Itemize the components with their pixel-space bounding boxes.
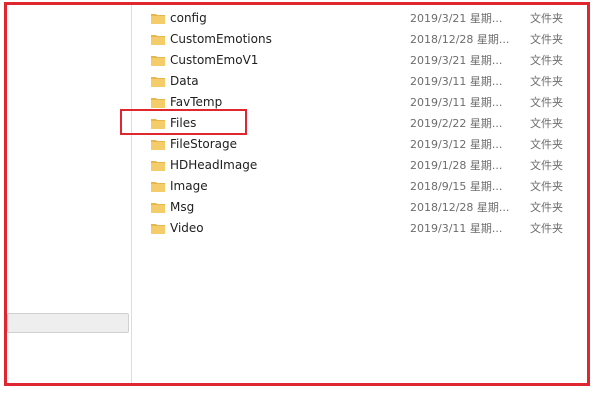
file-row[interactable]: CustomEmoV1 2019/3/21 星期... 文件夹 [146,50,586,71]
folder-icon [151,182,165,192]
file-name: Image [170,179,208,193]
file-date: 2018/12/28 星期... [410,33,510,46]
file-date: 2018/12/28 星期... [410,201,510,214]
file-type: 文件夹 [530,159,563,172]
folder-icon [151,119,165,129]
file-row[interactable]: Image 2018/9/15 星期... 文件夹 [146,176,586,197]
file-type: 文件夹 [530,180,563,193]
file-date: 2019/1/28 星期... [410,159,503,172]
file-name: Data [170,74,199,88]
file-list: config 2019/3/21 星期... 文件夹 CustomEmotion… [146,8,586,239]
file-row[interactable]: HDHeadImage 2019/1/28 星期... 文件夹 [146,155,586,176]
navigation-scrollbar[interactable] [7,313,129,333]
file-name: FileStorage [170,137,238,151]
file-date: 2019/2/22 星期... [410,117,503,130]
file-name: CustomEmoV1 [170,53,259,67]
folder-icon [151,98,165,108]
folder-icon [151,203,165,213]
file-date: 2019/3/12 星期... [410,138,503,151]
file-date: 2019/3/21 星期... [410,12,503,25]
file-name: Msg [170,200,195,214]
file-type: 文件夹 [530,96,563,109]
file-date: 2019/3/21 星期... [410,54,503,67]
file-name: config [170,11,207,25]
file-name: CustomEmotions [170,32,272,46]
file-row[interactable]: Data 2019/3/11 星期... 文件夹 [146,71,586,92]
folder-icon [151,35,165,45]
file-type: 文件夹 [530,12,563,25]
folder-icon [151,56,165,66]
file-row[interactable]: config 2019/3/21 星期... 文件夹 [146,8,586,29]
folder-icon [151,224,165,234]
folder-icon [151,140,165,150]
file-name: Files [170,116,197,130]
file-date: 2018/9/15 星期... [410,180,503,193]
file-type: 文件夹 [530,54,563,67]
file-date: 2019/3/11 星期... [410,222,503,235]
file-row[interactable]: FavTemp 2019/3/11 星期... 文件夹 [146,92,586,113]
file-row[interactable]: Msg 2018/12/28 星期... 文件夹 [146,197,586,218]
file-name: HDHeadImage [170,158,258,172]
folder-icon [151,161,165,171]
file-date: 2019/3/11 星期... [410,96,503,109]
file-type: 文件夹 [530,33,563,46]
file-name: FavTemp [170,95,223,109]
file-type: 文件夹 [530,138,563,151]
file-row[interactable]: Video 2019/3/11 星期... 文件夹 [146,218,586,239]
file-row-files[interactable]: Files 2019/2/22 星期... 文件夹 [146,113,586,134]
file-name: Video [170,221,204,235]
file-date: 2019/3/11 星期... [410,75,503,88]
file-type: 文件夹 [530,222,563,235]
file-row[interactable]: FileStorage 2019/3/12 星期... 文件夹 [146,134,586,155]
file-row[interactable]: CustomEmotions 2018/12/28 星期... 文件夹 [146,29,586,50]
file-type: 文件夹 [530,75,563,88]
pane-divider[interactable] [131,5,132,383]
folder-icon [151,77,165,87]
file-type: 文件夹 [530,201,563,214]
file-type: 文件夹 [530,117,563,130]
folder-icon [151,14,165,24]
